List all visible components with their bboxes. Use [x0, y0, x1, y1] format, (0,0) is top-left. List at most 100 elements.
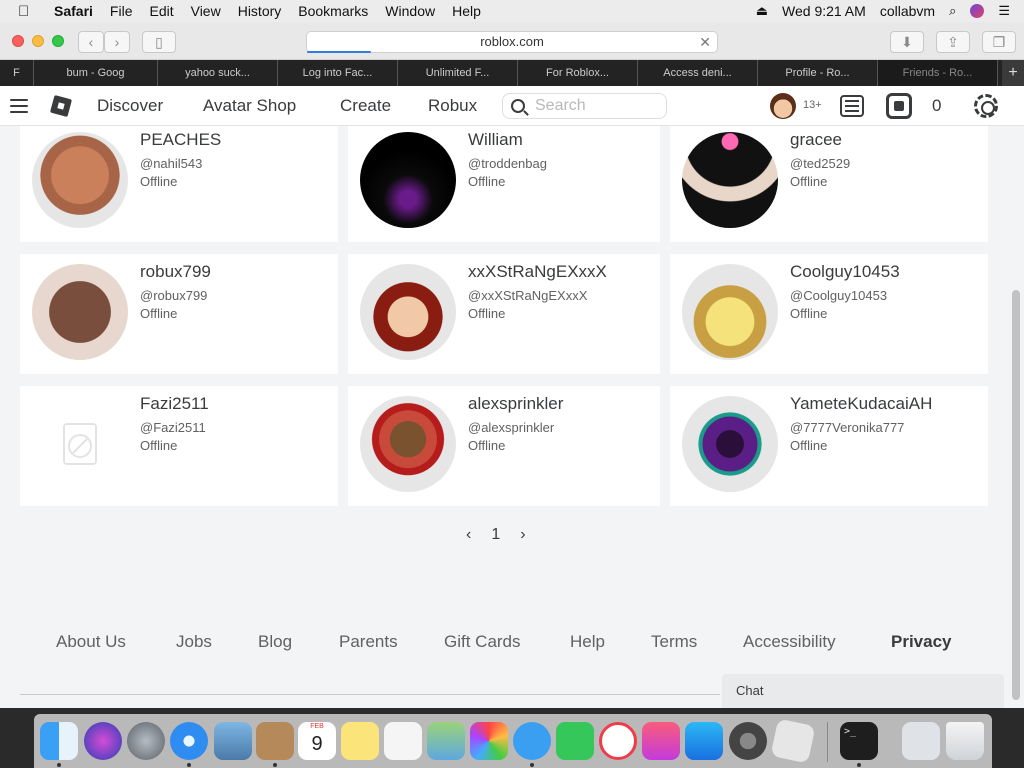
friend-name[interactable]: Coolguy10453 — [790, 262, 900, 282]
footer-accessibility[interactable]: Accessibility — [743, 632, 836, 652]
friend-name[interactable]: PEACHES — [140, 130, 221, 150]
roblox-dock-icon[interactable] — [770, 718, 816, 764]
search-input[interactable]: Search — [502, 93, 667, 119]
footer-parents[interactable]: Parents — [339, 632, 398, 652]
reminders-icon[interactable] — [384, 722, 422, 760]
siri-dock-icon[interactable] — [84, 722, 122, 760]
tab-3[interactable]: yahoo suck... — [158, 60, 278, 86]
menu-bookmarks[interactable]: Bookmarks — [298, 3, 368, 19]
tab-7[interactable]: Access deni... — [638, 60, 758, 86]
minimize-window-button[interactable] — [32, 35, 44, 47]
zoom-window-button[interactable] — [52, 35, 64, 47]
friend-name[interactable]: alexsprinkler — [468, 394, 563, 414]
nav-robux[interactable]: Robux — [428, 96, 477, 116]
pagination-prev-icon[interactable]: ‹ — [466, 526, 471, 544]
footer-gift-cards[interactable]: Gift Cards — [444, 632, 521, 652]
settings-gear-icon[interactable] — [974, 94, 998, 118]
friend-avatar[interactable] — [682, 264, 778, 360]
page-scrollbar-thumb[interactable] — [1012, 290, 1020, 700]
messages-dock-icon[interactable] — [513, 722, 551, 760]
friend-avatar[interactable] — [360, 132, 456, 228]
menubar-user[interactable]: collabvm — [880, 3, 935, 19]
menubar-clock[interactable]: Wed 9:21 AM — [782, 3, 866, 19]
system-preferences-icon[interactable] — [729, 722, 767, 760]
spotlight-search-icon[interactable]: ⌕ — [949, 3, 956, 19]
pagination-next-icon[interactable]: › — [520, 526, 525, 544]
tab-8[interactable]: Profile - Ro... — [758, 60, 878, 86]
friend-name[interactable]: gracee — [790, 130, 842, 150]
safari-icon[interactable] — [170, 722, 208, 760]
eject-icon[interactable]: ⏏ — [756, 3, 768, 19]
friend-card[interactable]: xxXStRaNgEXxxX @xxXStRaNgEXxxX Offline — [348, 254, 660, 374]
friend-avatar[interactable] — [32, 132, 128, 228]
menu-file[interactable]: File — [110, 3, 133, 19]
apple-menu-icon[interactable]:  — [18, 3, 40, 20]
footer-privacy[interactable]: Privacy — [891, 632, 952, 652]
nav-create[interactable]: Create — [340, 96, 391, 116]
friend-card[interactable]: robux799 @robux799 Offline — [20, 254, 338, 374]
menu-help[interactable]: Help — [452, 3, 481, 19]
footer-blog[interactable]: Blog — [258, 632, 292, 652]
calendar-icon[interactable]: FEB 9 — [298, 722, 336, 760]
notes-icon[interactable] — [341, 722, 379, 760]
app-store-icon[interactable] — [685, 722, 723, 760]
menu-window[interactable]: Window — [385, 3, 435, 19]
menu-edit[interactable]: Edit — [149, 3, 173, 19]
friend-avatar[interactable] — [682, 132, 778, 228]
new-tab-button[interactable]: + — [1002, 60, 1024, 86]
tab-2[interactable]: bum - Goog — [34, 60, 158, 86]
share-icon[interactable]: ⇪ — [936, 31, 970, 53]
user-avatar[interactable] — [770, 93, 796, 119]
maps-icon[interactable] — [427, 722, 465, 760]
friend-avatar-placeholder[interactable] — [32, 396, 128, 492]
friend-card[interactable]: Fazi2511 @Fazi2511 Offline — [20, 386, 338, 506]
friend-card[interactable]: alexsprinkler @alexsprinkler Offline — [348, 386, 660, 506]
clear-url-icon[interactable]: ✕ — [699, 32, 711, 52]
friend-name[interactable]: William — [468, 130, 523, 150]
friend-avatar[interactable] — [360, 396, 456, 492]
robux-icon[interactable] — [886, 93, 912, 119]
friend-card[interactable]: gracee @ted2529 Offline — [670, 126, 988, 242]
downloads-icon[interactable]: ⬇ — [890, 31, 924, 53]
footer-terms[interactable]: Terms — [651, 632, 697, 652]
footer-about-us[interactable]: About Us — [56, 632, 126, 652]
close-window-button[interactable] — [12, 35, 24, 47]
friend-name[interactable]: YameteKudacaiAH — [790, 394, 932, 414]
address-bar[interactable]: roblox.com ✕ — [306, 31, 718, 53]
siri-icon[interactable] — [970, 4, 985, 18]
footer-jobs[interactable]: Jobs — [176, 632, 212, 652]
tab-5[interactable]: Unlimited F... — [398, 60, 518, 86]
friend-avatar[interactable] — [682, 396, 778, 492]
back-button[interactable]: ‹ — [78, 31, 104, 53]
facetime-icon[interactable] — [556, 722, 594, 760]
friend-avatar[interactable] — [32, 264, 128, 360]
menu-view[interactable]: View — [191, 3, 221, 19]
forward-button[interactable]: › — [104, 31, 130, 53]
roblox-logo-icon[interactable] — [49, 94, 73, 118]
chat-panel-toggle[interactable]: Chat — [722, 674, 1004, 708]
contacts-icon[interactable] — [256, 722, 294, 760]
tab-4[interactable]: Log into Fac... — [278, 60, 398, 86]
mail-icon[interactable] — [214, 722, 252, 760]
nav-discover[interactable]: Discover — [97, 96, 163, 116]
terminal-icon[interactable]: >_ — [840, 722, 878, 760]
friend-card[interactable]: William @troddenbag Offline — [348, 126, 660, 242]
tab-1[interactable]: F — [0, 60, 34, 86]
friend-avatar[interactable] — [360, 264, 456, 360]
downloads-stack-icon[interactable] — [902, 722, 940, 760]
tab-9-active[interactable]: Friends - Ro... — [878, 60, 998, 86]
friend-name[interactable]: xxXStRaNgEXxxX — [468, 262, 607, 282]
finder-icon[interactable] — [40, 722, 78, 760]
nav-avatar-shop[interactable]: Avatar Shop — [203, 96, 296, 116]
friend-card[interactable]: PEACHES @nahil543 Offline — [20, 126, 338, 242]
trash-icon[interactable] — [946, 722, 984, 760]
notification-center-icon[interactable]: ☰ — [998, 3, 1010, 19]
friend-card[interactable]: YameteKudacaiAH @7777Veronika777 Offline — [670, 386, 988, 506]
friend-card[interactable]: Coolguy10453 @Coolguy10453 Offline — [670, 254, 988, 374]
menu-app-safari[interactable]: Safari — [54, 3, 93, 19]
photos-icon[interactable] — [470, 722, 508, 760]
tab-overview-icon[interactable]: ❐ — [982, 31, 1016, 53]
friend-name[interactable]: Fazi2511 — [140, 394, 209, 414]
messages-icon[interactable] — [840, 95, 864, 117]
sidebar-toggle-icon[interactable]: ▯ — [142, 31, 176, 53]
